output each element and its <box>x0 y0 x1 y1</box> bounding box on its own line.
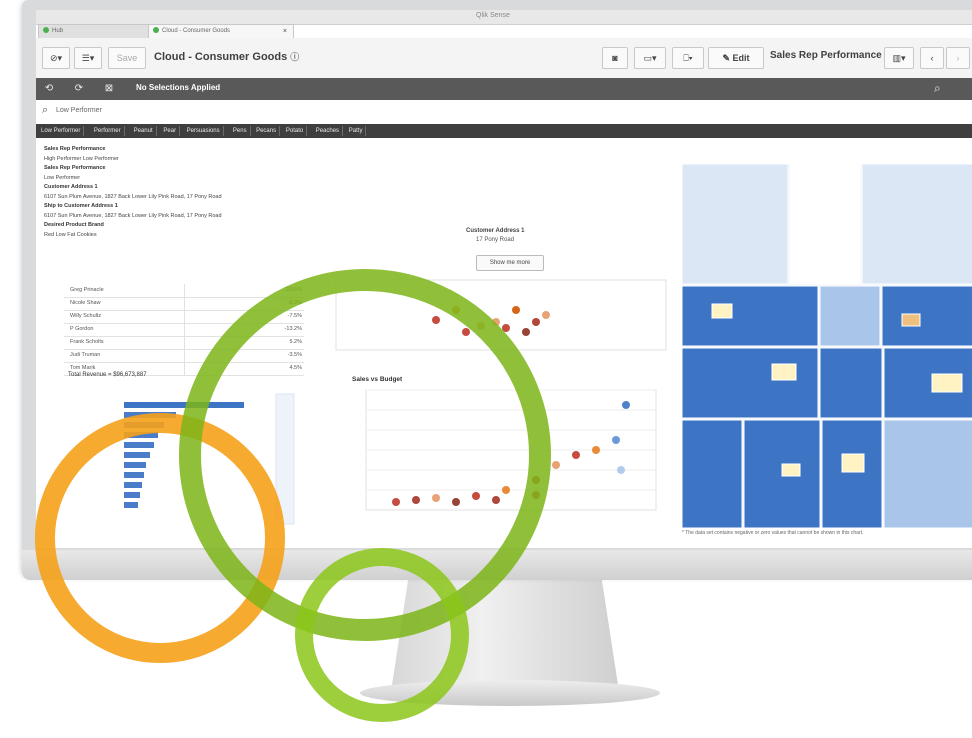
monitor-scene: Qlik Sense Hub Cloud - Consumer Goods × ⊘… <box>0 0 972 738</box>
decorative-rings <box>35 269 551 722</box>
orange-ring <box>35 413 285 663</box>
